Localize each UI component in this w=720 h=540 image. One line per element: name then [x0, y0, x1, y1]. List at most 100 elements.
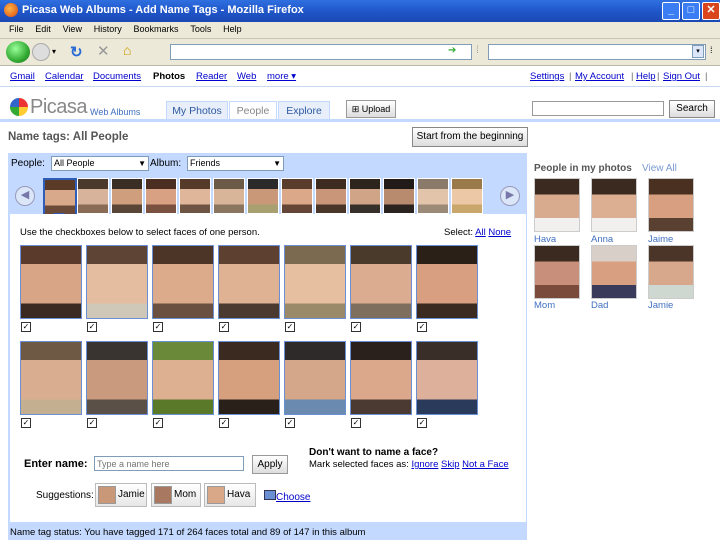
person-name[interactable]: Anna	[591, 234, 613, 245]
face-checkbox[interactable]: ✓	[219, 322, 229, 332]
face-thumbnail[interactable]	[152, 245, 214, 319]
more-link[interactable]: more ▾	[267, 71, 296, 82]
toolbar-overflow-icon[interactable]: ⁞	[710, 45, 713, 55]
person-thumbnail[interactable]	[315, 178, 347, 214]
documents-link[interactable]: Documents	[93, 71, 141, 82]
sign-out-link[interactable]: Sign Out	[663, 71, 700, 82]
calendar-link[interactable]: Calendar	[45, 71, 84, 82]
face-thumbnail[interactable]	[218, 341, 280, 415]
upload-button[interactable]: ⊞ Upload	[346, 100, 396, 118]
person-name[interactable]: Mom	[534, 300, 555, 311]
picasa-logo[interactable]: Picasa	[10, 96, 88, 119]
face-checkbox[interactable]: ✓	[87, 322, 97, 332]
close-button[interactable]: ✕	[702, 2, 720, 20]
reader-link[interactable]: Reader	[196, 71, 227, 82]
reload-icon[interactable]: ↻	[70, 43, 83, 61]
person-thumbnail[interactable]	[213, 178, 245, 214]
face-thumbnail[interactable]	[20, 341, 82, 415]
person-thumbnail[interactable]	[451, 178, 483, 214]
settings-link[interactable]: Settings	[530, 71, 564, 82]
gmail-link[interactable]: Gmail	[10, 71, 35, 82]
name-input[interactable]	[94, 456, 244, 471]
minimize-button[interactable]: _	[662, 2, 680, 20]
person-avatar[interactable]	[591, 245, 637, 299]
face-checkbox[interactable]: ✓	[351, 322, 361, 332]
menu-file[interactable]: File	[9, 24, 24, 34]
person-thumbnail[interactable]	[247, 178, 279, 214]
face-checkbox[interactable]: ✓	[285, 418, 295, 428]
menu-help[interactable]: Help	[223, 24, 242, 34]
web-link[interactable]: Web	[237, 71, 256, 82]
person-name[interactable]: Dad	[591, 300, 608, 311]
menu-view[interactable]: View	[63, 24, 82, 34]
face-thumbnail[interactable]	[416, 245, 478, 319]
start-over-button[interactable]: Start from the beginning	[412, 127, 528, 147]
person-avatar[interactable]	[648, 245, 694, 299]
back-button[interactable]	[6, 41, 30, 63]
strip-prev-arrow-icon[interactable]: ◀	[15, 186, 35, 206]
face-thumbnail[interactable]	[20, 245, 82, 319]
choose-link[interactable]: Choose	[264, 490, 310, 503]
person-thumbnail[interactable]	[179, 178, 211, 214]
browser-search-bar[interactable]	[488, 44, 706, 60]
person-thumbnail[interactable]	[349, 178, 381, 214]
person-name[interactable]: Hava	[534, 234, 556, 245]
url-bar[interactable]	[170, 44, 472, 60]
suggestion-mom-button[interactable]: Mom	[151, 483, 201, 507]
face-checkbox[interactable]: ✓	[153, 418, 163, 428]
person-thumbnail[interactable]	[281, 178, 313, 214]
view-all-link[interactable]: View All	[642, 163, 677, 174]
suggestion-hava-button[interactable]: Hava	[204, 483, 256, 507]
history-dropdown-icon[interactable]: ▾	[52, 47, 56, 56]
face-thumbnail[interactable]	[284, 341, 346, 415]
skip-link[interactable]: Skip	[441, 459, 459, 470]
search-dropdown-icon[interactable]: ▾	[692, 45, 704, 58]
maximize-button[interactable]: □	[682, 2, 700, 20]
my-account-link[interactable]: My Account	[575, 71, 624, 82]
select-none-link[interactable]: None	[488, 227, 511, 238]
person-avatar[interactable]	[534, 178, 580, 232]
face-checkbox[interactable]: ✓	[21, 322, 31, 332]
person-thumbnail[interactable]	[43, 178, 77, 216]
menu-tools[interactable]: Tools	[190, 24, 211, 34]
search-button[interactable]: Search	[669, 100, 715, 118]
person-avatar[interactable]	[648, 178, 694, 232]
person-thumbnail[interactable]	[77, 178, 109, 214]
person-avatar[interactable]	[591, 178, 637, 232]
face-thumbnail[interactable]	[152, 341, 214, 415]
tab-people[interactable]: People	[229, 101, 277, 120]
apply-button[interactable]: Apply	[252, 455, 288, 474]
person-thumbnail[interactable]	[111, 178, 143, 214]
stop-icon[interactable]: ✕	[97, 42, 110, 60]
menu-edit[interactable]: Edit	[35, 24, 51, 34]
photo-search-input[interactable]	[532, 101, 664, 116]
person-avatar[interactable]	[534, 245, 580, 299]
face-checkbox[interactable]: ✓	[219, 418, 229, 428]
person-thumbnail[interactable]	[417, 178, 449, 214]
album-filter-select[interactable]: Friends ▼	[187, 156, 284, 171]
face-checkbox[interactable]: ✓	[285, 322, 295, 332]
ignore-link[interactable]: Ignore	[411, 459, 438, 470]
face-checkbox[interactable]: ✓	[21, 418, 31, 428]
strip-next-arrow-icon[interactable]: ▶	[500, 186, 520, 206]
face-thumbnail[interactable]	[350, 245, 412, 319]
face-thumbnail[interactable]	[350, 341, 412, 415]
tab-explore[interactable]: Explore	[278, 101, 330, 120]
select-all-link[interactable]: All	[475, 227, 486, 238]
person-thumbnail[interactable]	[145, 178, 177, 214]
face-thumbnail[interactable]	[86, 341, 148, 415]
go-icon[interactable]: ➔	[448, 45, 456, 56]
face-thumbnail[interactable]	[86, 245, 148, 319]
people-filter-select[interactable]: All People ▼	[51, 156, 149, 171]
help-link[interactable]: Help	[636, 71, 656, 82]
person-name[interactable]: Jaime	[648, 234, 673, 245]
suggestion-jamie-button[interactable]: Jamie	[95, 483, 147, 507]
person-name[interactable]: Jamie	[648, 300, 673, 311]
face-thumbnail[interactable]	[284, 245, 346, 319]
menu-bookmarks[interactable]: Bookmarks	[134, 24, 179, 34]
home-icon[interactable]: ⌂	[123, 42, 131, 58]
person-thumbnail[interactable]	[383, 178, 415, 214]
menu-history[interactable]: History	[94, 24, 122, 34]
face-checkbox[interactable]: ✓	[153, 322, 163, 332]
face-thumbnail[interactable]	[218, 245, 280, 319]
